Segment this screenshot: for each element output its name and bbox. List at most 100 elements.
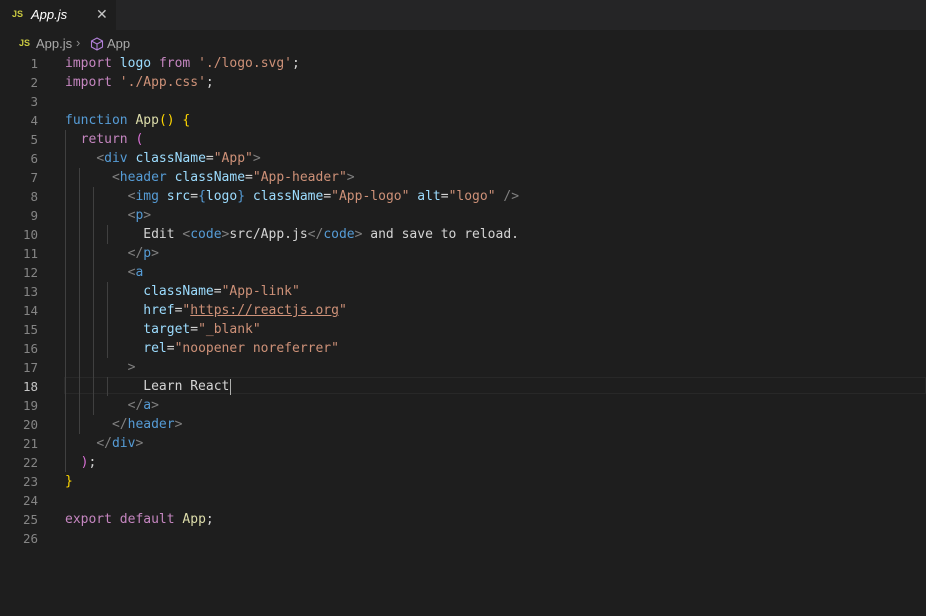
breadcrumb: JS App.js › App (0, 34, 926, 54)
code-token: a (143, 398, 152, 413)
code-token: > (252, 151, 261, 166)
code-line[interactable]: 24 (0, 491, 926, 510)
code-token: < (96, 151, 105, 166)
code-content: target="_blank" (65, 320, 260, 339)
code-token: href (143, 303, 175, 318)
code-line[interactable]: 16 rel="noopener noreferrer" (0, 339, 926, 358)
code-content: import logo from './logo.svg'; (65, 54, 300, 73)
code-content: <a (65, 263, 144, 282)
code-line[interactable]: 12 <a (0, 263, 926, 282)
code-line[interactable]: 8 <img src={logo} className="App-logo" a… (0, 187, 926, 206)
code-line[interactable]: 13 className="App-link" (0, 282, 926, 301)
code-line[interactable]: 17 > (0, 358, 926, 377)
code-token: { (182, 113, 191, 128)
code-token: div (104, 151, 128, 166)
code-content: function App() { (65, 111, 190, 130)
line-number: 25 (22, 512, 38, 527)
code-line[interactable]: 2 import './App.css'; (0, 73, 926, 92)
line-number: 12 (22, 265, 38, 280)
code-line[interactable]: 15 target="_blank" (0, 320, 926, 339)
code-content: <div className="App"> (65, 149, 261, 168)
code-content: <p> (65, 206, 151, 225)
code-token: = (205, 151, 214, 166)
close-icon[interactable]: ✕ (96, 6, 108, 23)
code-line[interactable]: 26 (0, 529, 926, 548)
code-token: = (213, 284, 222, 299)
code-token: = (190, 189, 199, 204)
breadcrumb-file[interactable]: App.js (36, 36, 72, 51)
code-line[interactable]: 20 </header> (0, 415, 926, 434)
line-number: 24 (22, 493, 38, 508)
line-number: 22 (22, 455, 38, 470)
code-line[interactable]: 9 <p> (0, 206, 926, 225)
code-line[interactable]: 1 import logo from './logo.svg'; (0, 54, 926, 73)
code-content: return ( (65, 130, 144, 149)
code-token: p (143, 246, 152, 261)
code-token[interactable]: https://reactjs.org (190, 303, 339, 318)
line-number: 8 (30, 189, 38, 204)
code-token: ; (88, 455, 97, 470)
javascript-file-icon: JS (12, 9, 24, 19)
code-line[interactable]: 21 </div> (0, 434, 926, 453)
line-number: 23 (22, 474, 38, 489)
code-line[interactable]: 22 ); (0, 453, 926, 472)
code-content: } (65, 472, 73, 491)
code-line[interactable]: 4 function App() { (0, 111, 926, 130)
text-cursor (230, 378, 232, 395)
code-line[interactable]: 6 <div className="App"> (0, 149, 926, 168)
code-token: ; (205, 75, 214, 90)
code-content: className="App-link" (65, 282, 300, 301)
code-token: " (338, 303, 347, 318)
code-line[interactable]: 19 </a> (0, 396, 926, 415)
line-number: 1 (30, 56, 38, 71)
code-line[interactable]: 25 export default App; (0, 510, 926, 529)
code-line[interactable]: 10 Edit <code>src/App.js</code> and save… (0, 225, 926, 244)
code-token: from (158, 56, 191, 71)
code-token: "logo" (448, 189, 496, 204)
line-number: 3 (30, 94, 38, 109)
code-token: } (65, 474, 73, 489)
code-line[interactable]: 23} (0, 472, 926, 491)
code-line[interactable]: 18 Learn React (0, 377, 926, 396)
code-token: "App-link" (221, 284, 300, 299)
line-number: 10 (22, 227, 38, 242)
code-token: App (182, 512, 206, 527)
line-number: 9 (30, 208, 38, 223)
line-number: 17 (22, 360, 38, 375)
code-token: and save to reload. (362, 227, 519, 242)
line-number: 4 (30, 113, 38, 128)
code-token: </ (307, 227, 324, 242)
code-content: ); (65, 453, 97, 472)
code-editor[interactable]: 1 import logo from './logo.svg'; 2 import '… (0, 54, 926, 548)
code-line[interactable]: 14 href="https://reactjs.org" (0, 301, 926, 320)
line-number: 13 (22, 284, 38, 299)
code-content: </p> (65, 244, 159, 263)
code-line[interactable]: 7 <header className="App-header"> (0, 168, 926, 187)
code-content: <img src={logo} className="App-logo" alt… (65, 187, 519, 206)
line-number: 18 (22, 379, 38, 394)
code-content: </a> (65, 396, 159, 415)
code-content: > (65, 358, 136, 377)
code-line[interactable]: 11 </p> (0, 244, 926, 263)
breadcrumb-symbol[interactable]: App (107, 36, 130, 51)
code-line[interactable]: 3 (0, 92, 926, 111)
code-token: logo (205, 189, 238, 204)
code-token: function (65, 113, 128, 128)
code-token: header (127, 417, 175, 432)
tab-app-js[interactable]: JS App.js ✕ (0, 0, 116, 30)
code-line[interactable]: 5 return ( (0, 130, 926, 149)
code-token: rel (143, 341, 167, 356)
tab-bar: JS App.js ✕ (0, 0, 926, 30)
code-token: /> (503, 189, 520, 204)
